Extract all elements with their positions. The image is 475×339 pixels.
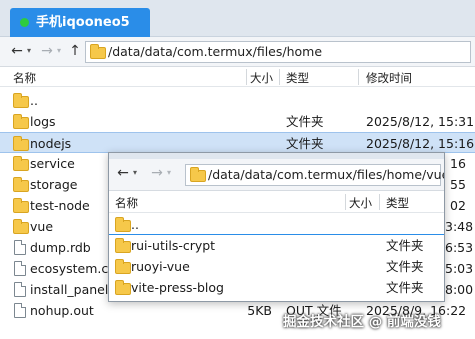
forward-history-caret-icon[interactable]: ▾ [57,42,65,60]
forward-history-caret-icon[interactable]: ▾ [167,164,175,182]
file-name: logs [30,114,56,129]
column-header-size[interactable]: 大小 [349,195,372,211]
floating-file-row[interactable]: .. [109,214,444,235]
back-history-caret-icon[interactable]: ▾ [27,42,35,60]
file-modified: 3:48 [445,219,474,234]
back-history-caret-icon[interactable]: ▾ [133,164,141,182]
file-row-selected[interactable]: nodejs 文件夹 2025/8/12, 15:16 [0,132,475,153]
file-name: ruoyi-vue [131,259,190,274]
back-arrow-icon[interactable]: ← [115,164,131,182]
file-icon [14,303,26,318]
column-header-type[interactable]: 类型 [286,70,309,86]
folder-icon [13,156,29,171]
path-text: /data/data/com.termux/files/home [108,44,323,59]
floating-file-row[interactable]: vite-press-blog 文件夹 [109,277,444,298]
device-tab-label: 手机iqooneo5 [36,15,130,30]
file-modified: 55 [450,177,466,192]
column-header-name[interactable]: 名称 [115,195,138,211]
file-modified: 02 [450,198,466,213]
file-name: .. [131,217,139,232]
floating-file-row[interactable]: rui-utils-crypt 文件夹 [109,235,444,256]
floating-file-window[interactable]: ← ▾ → ▾ /data/data/com.termux/files/home… [108,152,445,302]
connection-status-icon [20,18,29,27]
file-name: vite-press-blog [131,280,224,295]
file-icon [14,282,26,297]
file-row[interactable]: .. [0,90,475,111]
file-type: 文件夹 [286,114,324,129]
column-divider[interactable] [345,194,346,210]
floating-navigation-toolbar: ← ▾ → ▾ /data/data/com.termux/files/home… [109,159,444,191]
file-modified: 2025/8/12, 15:31 [366,114,475,129]
column-header-size[interactable]: 大小 [250,70,273,86]
file-type: 文件夹 [286,136,324,151]
path-input[interactable]: /data/data/com.termux/files/home [85,41,471,63]
file-modified: 8:00 [445,282,474,297]
folder-icon [13,114,29,129]
column-divider[interactable] [358,69,359,85]
floating-path-text: /data/data/com.termux/files/home/vue [208,167,445,182]
folder-icon [13,93,29,108]
file-name: nodejs [30,136,72,151]
file-name: .. [30,93,38,108]
floating-file-row[interactable]: ruoyi-vue 文件夹 [109,256,444,277]
file-type: 文件夹 [386,238,424,253]
file-icon [14,240,26,255]
forward-arrow-icon[interactable]: → [149,164,165,182]
floating-path-input[interactable]: /data/data/com.termux/files/home/vue [185,164,444,186]
folder-icon [115,238,131,253]
column-header-modified[interactable]: 修改时间 [366,70,412,86]
column-headers: 名称 大小 类型 修改时间 [0,67,475,87]
watermark-text: 掘金技术社区 @ 前端没钱 [283,314,441,330]
column-divider[interactable] [279,69,280,85]
folder-icon [90,44,106,59]
file-name: ecosystem.con [30,261,110,276]
file-modified: 5:03 [445,261,474,276]
floating-column-headers: 名称 大小 类型 [109,191,444,213]
folder-icon [115,217,131,232]
folder-icon [13,198,29,213]
file-name: install_panel.s [30,282,110,297]
column-divider[interactable] [246,69,247,85]
file-icon [14,261,26,276]
folder-icon [115,280,131,295]
tab-bar: 手机iqooneo5 [0,0,475,37]
folder-icon [115,259,131,274]
forward-arrow-icon[interactable]: → [39,42,55,60]
file-type: 文件夹 [386,280,424,295]
file-modified: 16 [450,156,466,171]
file-size: 5KB [247,303,272,318]
column-divider[interactable] [379,194,380,210]
file-modified: 6:53 [445,240,474,255]
folder-icon [13,136,29,151]
file-type: 文件夹 [386,259,424,274]
navigation-toolbar: ← ▾ → ▾ ↑ /data/data/com.termux/files/ho… [0,37,475,67]
file-row[interactable]: logs 文件夹 2025/8/12, 15:31 [0,111,475,132]
column-header-name[interactable]: 名称 [13,70,36,86]
column-header-type[interactable]: 类型 [386,195,409,211]
up-arrow-icon[interactable]: ↑ [67,42,83,60]
back-arrow-icon[interactable]: ← [9,42,25,60]
folder-icon [190,167,206,182]
folder-icon [13,177,29,192]
folder-icon [13,219,29,234]
file-name: rui-utils-crypt [131,238,216,253]
device-tab[interactable]: 手机iqooneo5 [10,8,150,37]
file-modified: 2025/8/12, 15:16 [366,136,475,151]
